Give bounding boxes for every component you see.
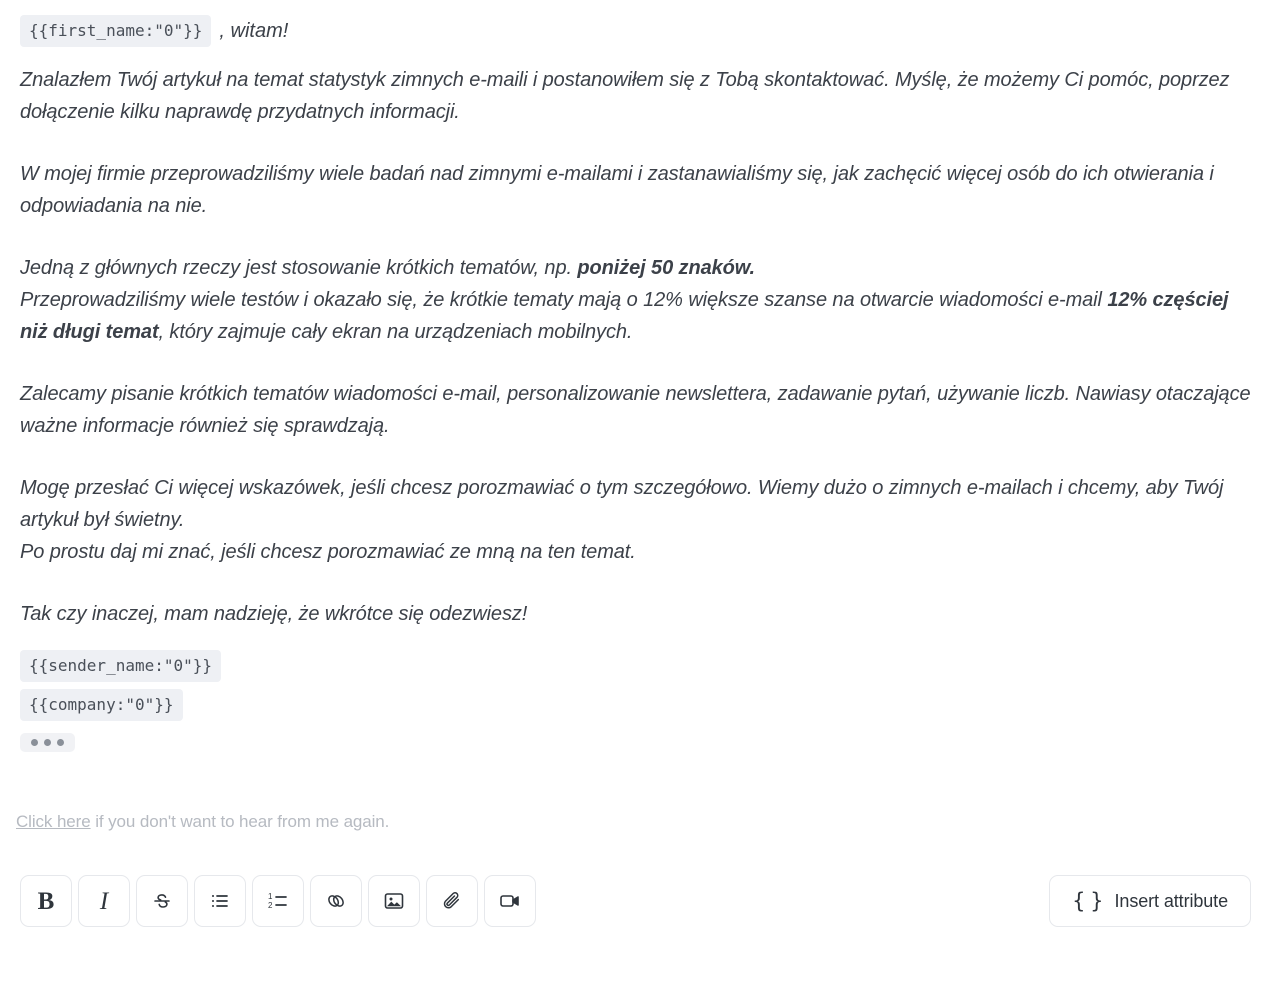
- image-button[interactable]: [368, 875, 420, 927]
- braces-icon: { }: [1072, 888, 1103, 913]
- run-text: Mogę przesłać Ci więcej wskazówek, jeśli…: [20, 477, 1224, 563]
- paragraph-subject-length: Jedną z głównych rzeczy jest stosowanie …: [20, 252, 1251, 348]
- strikethrough-icon: [150, 889, 174, 913]
- token-chip-first-name[interactable]: {{first_name:"0"}}: [20, 15, 212, 47]
- video-button[interactable]: [484, 875, 536, 927]
- link-icon: [324, 889, 348, 913]
- formatting-toolbar: B I 1 2 {} Insert attribute: [0, 866, 1271, 936]
- svg-text:1: 1: [268, 892, 273, 901]
- run-text: Tak czy inaczej, mam nadzieję, że wkrótc…: [20, 603, 528, 625]
- signature-company-line: {{company:"0"}}: [20, 689, 1251, 721]
- italic-button[interactable]: I: [78, 875, 130, 927]
- paperclip-icon: [440, 889, 464, 913]
- unsubscribe-note: Click here if you don't want to hear fro…: [16, 810, 389, 834]
- paragraph-intro: Znalazłem Twój artykuł na temat statysty…: [20, 64, 1251, 128]
- run-text: Jedną z głównych rzeczy jest stosowanie …: [20, 257, 578, 279]
- numbered-list-icon: 1 2: [266, 889, 290, 913]
- run-text-bold: poniżej 50 znaków.: [577, 257, 755, 279]
- run-text: Znalazłem Twój artykuł na temat statysty…: [20, 69, 1230, 123]
- more-options-ellipsis-icon[interactable]: [20, 733, 75, 752]
- token-chip-sender-name[interactable]: {{sender_name:"0"}}: [20, 650, 222, 682]
- video-camera-icon: [498, 889, 522, 913]
- paragraph-research: W mojej firmie przeprowadziliśmy wiele b…: [20, 158, 1251, 222]
- run-text: W mojej firmie przeprowadziliśmy wiele b…: [20, 163, 1214, 217]
- bold-button[interactable]: B: [20, 875, 72, 927]
- italic-icon: I: [99, 887, 109, 915]
- insert-attribute-label: Insert attribute: [1114, 890, 1229, 911]
- unsubscribe-text: if you don't want to hear from me again.: [90, 812, 390, 831]
- bold-icon: B: [37, 887, 55, 915]
- paragraph-offer: Mogę przesłać Ci więcej wskazówek, jeśli…: [20, 472, 1251, 568]
- svg-text:2: 2: [268, 901, 273, 910]
- run-text: Zalecamy pisanie krótkich tematów wiadom…: [20, 383, 1251, 437]
- image-icon: [382, 889, 406, 913]
- paragraph-closing: Tak czy inaczej, mam nadzieję, że wkrótc…: [20, 598, 1251, 630]
- bulleted-list-icon: [208, 889, 232, 913]
- run-text: , który zajmuje cały ekran na urządzenia…: [158, 321, 633, 343]
- signature-sender-line: {{sender_name:"0"}}: [20, 650, 1251, 682]
- greeting-line: {{first_name:"0"}} , witam!: [20, 14, 1251, 48]
- bulleted-list-button[interactable]: [194, 875, 246, 927]
- unsubscribe-link[interactable]: Click here: [16, 812, 91, 831]
- toolbar-button-group: B I 1 2: [20, 875, 536, 927]
- email-editor: {{first_name:"0"}} , witam! Znalazłem Tw…: [0, 0, 1271, 982]
- signature-more-line: [20, 728, 1251, 752]
- numbered-list-button[interactable]: 1 2: [252, 875, 304, 927]
- run-text: Przeprowadziliśmy wiele testów i okazało…: [20, 289, 1108, 311]
- strikethrough-button[interactable]: [136, 875, 188, 927]
- insert-attribute-button[interactable]: { } Insert attribute: [1049, 875, 1251, 927]
- paragraph-recommendations: Zalecamy pisanie krótkich tematów wiadom…: [20, 378, 1251, 442]
- attachment-button[interactable]: [426, 875, 478, 927]
- signature-block: {{sender_name:"0"}} {{company:"0"}}: [20, 650, 1251, 752]
- link-button[interactable]: [310, 875, 362, 927]
- message-body[interactable]: {{first_name:"0"}} , witam! Znalazłem Tw…: [0, 0, 1271, 752]
- token-chip-company[interactable]: {{company:"0"}}: [20, 689, 183, 721]
- greeting-suffix: , witam!: [219, 20, 289, 42]
